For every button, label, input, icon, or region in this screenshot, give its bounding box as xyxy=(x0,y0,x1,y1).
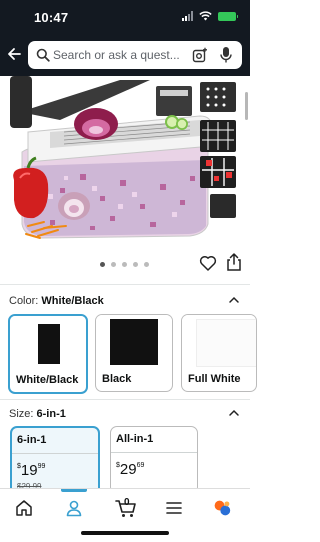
color-selected-value: White/Black xyxy=(41,295,104,307)
section-divider xyxy=(0,284,250,285)
swatch xyxy=(10,316,86,372)
search-icon xyxy=(36,48,50,62)
cart-count: 0 xyxy=(124,497,130,508)
size-option-price: $2969 xyxy=(116,461,145,478)
gallery-pager[interactable] xyxy=(100,262,149,267)
status-bar: 10:47 xyxy=(0,0,250,34)
search-header: Search or ask a quest... xyxy=(0,34,250,76)
color-option-label: White/Black xyxy=(16,374,79,386)
swatch xyxy=(182,315,256,371)
search-input[interactable]: Search or ask a quest... xyxy=(53,48,180,62)
signal-icon xyxy=(182,11,193,21)
size-label: Size: xyxy=(9,408,34,420)
swatch-accent xyxy=(38,324,60,364)
pager-dot[interactable] xyxy=(100,262,105,267)
size-option-divider xyxy=(111,452,197,453)
size-option-divider xyxy=(12,453,98,454)
status-icons xyxy=(182,11,238,21)
size-option-price: $1999 xyxy=(17,462,46,479)
swatch-accent xyxy=(110,319,158,365)
size-option-all-in-1[interactable]: All-in-1 $2969 xyxy=(110,426,198,494)
size-selected-value: 6-in-1 xyxy=(36,408,66,420)
size-option-label: All-in-1 xyxy=(116,433,154,445)
pager-dot[interactable] xyxy=(144,262,149,267)
pager-dot[interactable] xyxy=(122,262,127,267)
price-cents: 99 xyxy=(37,463,46,470)
search-box[interactable]: Search or ask a quest... xyxy=(28,41,242,69)
color-option-black[interactable]: Black xyxy=(95,314,173,392)
image-scroll-indicator xyxy=(245,92,248,120)
color-option-white-black[interactable]: White/Black xyxy=(8,314,88,394)
status-time: 10:47 xyxy=(34,10,69,25)
color-option-label: Black xyxy=(102,373,132,385)
size-option-label: 6-in-1 xyxy=(17,434,47,446)
color-option-label: Full White xyxy=(188,373,241,385)
size-option-6-in-1[interactable]: 6-in-1 $1999 $29.99 xyxy=(10,426,100,496)
price-dollars: 19 xyxy=(20,462,38,479)
rufus-icon[interactable] xyxy=(213,499,231,517)
battery-icon xyxy=(218,11,238,21)
pager-dot[interactable] xyxy=(111,262,116,267)
home-indicator xyxy=(81,531,169,535)
active-tab-indicator xyxy=(61,489,87,492)
swatch-accent xyxy=(196,319,256,367)
camera-lens-icon[interactable] xyxy=(192,47,208,63)
product-image[interactable] xyxy=(0,76,250,244)
cart-button[interactable]: 0 xyxy=(115,497,137,519)
size-heading: Size: 6-in-1 xyxy=(9,408,66,420)
pager-dot[interactable] xyxy=(133,262,138,267)
color-label: Color: xyxy=(9,295,39,307)
share-icon[interactable] xyxy=(225,252,243,272)
price-cents: 69 xyxy=(136,462,145,469)
section-divider xyxy=(0,399,250,400)
back-arrow-icon[interactable] xyxy=(6,46,22,62)
heart-icon[interactable] xyxy=(199,254,217,272)
color-option-full-white[interactable]: Full White xyxy=(181,314,257,392)
microphone-icon[interactable] xyxy=(219,46,233,64)
color-heading: Color: White/Black xyxy=(9,295,104,307)
account-icon[interactable] xyxy=(65,499,83,517)
swatch xyxy=(96,315,172,371)
home-icon[interactable] xyxy=(15,499,33,517)
vegetable-chopper-image xyxy=(10,76,236,239)
price-dollars: 29 xyxy=(119,461,137,478)
menu-icon[interactable] xyxy=(165,499,183,517)
chevron-up-icon[interactable] xyxy=(228,407,240,419)
wifi-icon xyxy=(199,11,212,21)
chevron-up-icon[interactable] xyxy=(228,294,240,306)
